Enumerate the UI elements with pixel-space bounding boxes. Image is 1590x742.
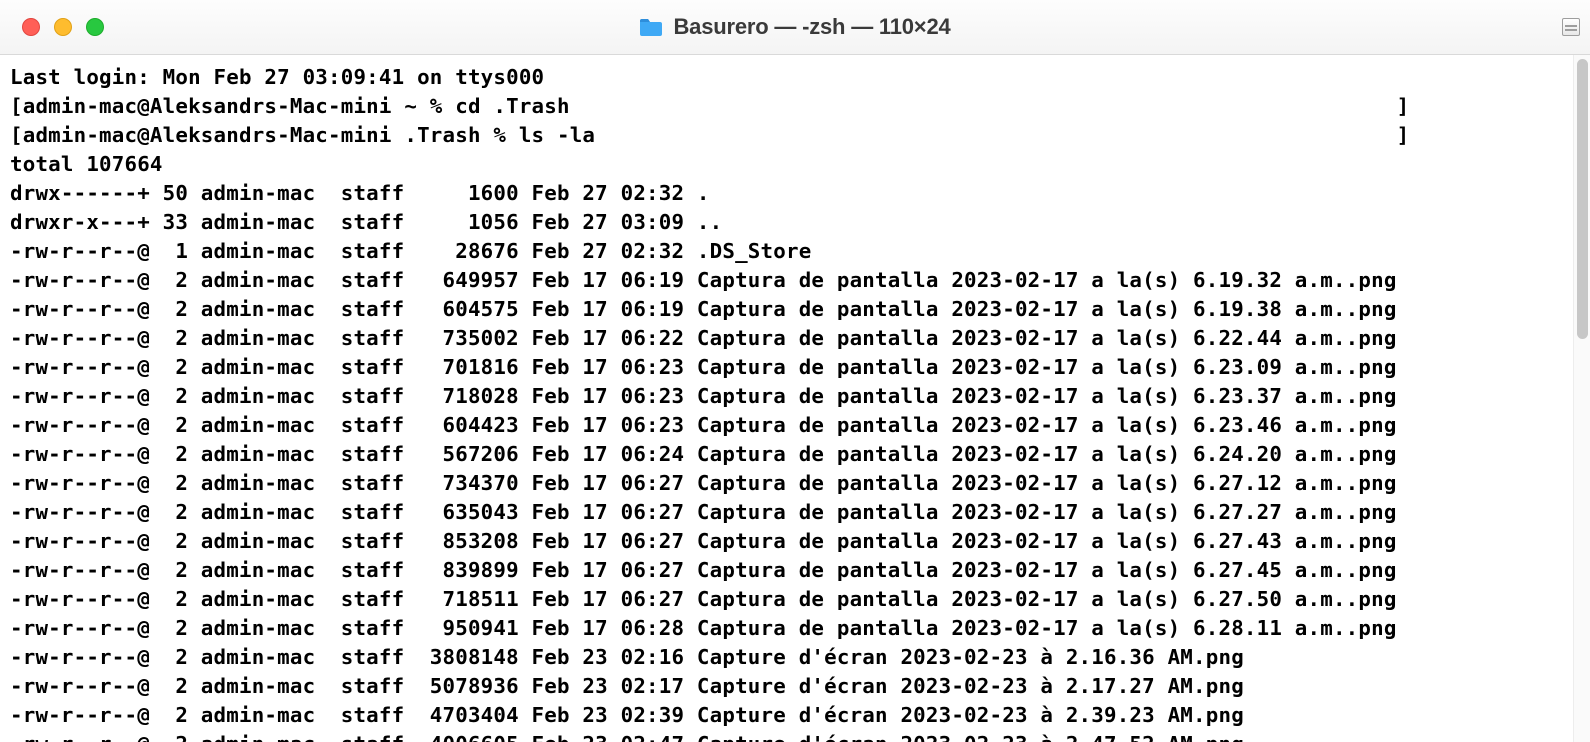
- scrollbar-track[interactable]: [1573, 55, 1590, 742]
- traffic-lights: [22, 18, 104, 36]
- terminal-output[interactable]: Last login: Mon Feb 27 03:09:41 on ttys0…: [0, 55, 1590, 742]
- maximize-button[interactable]: [86, 18, 104, 36]
- window-titlebar: Basurero — -zsh — 110×24: [0, 0, 1590, 55]
- folder-icon: [639, 17, 663, 37]
- close-button[interactable]: [22, 18, 40, 36]
- window-title: Basurero — -zsh — 110×24: [673, 14, 950, 40]
- scrollbar-thumb[interactable]: [1577, 59, 1588, 339]
- minimize-button[interactable]: [54, 18, 72, 36]
- title-wrap: Basurero — -zsh — 110×24: [0, 14, 1590, 40]
- list-view-icon[interactable]: [1562, 18, 1580, 36]
